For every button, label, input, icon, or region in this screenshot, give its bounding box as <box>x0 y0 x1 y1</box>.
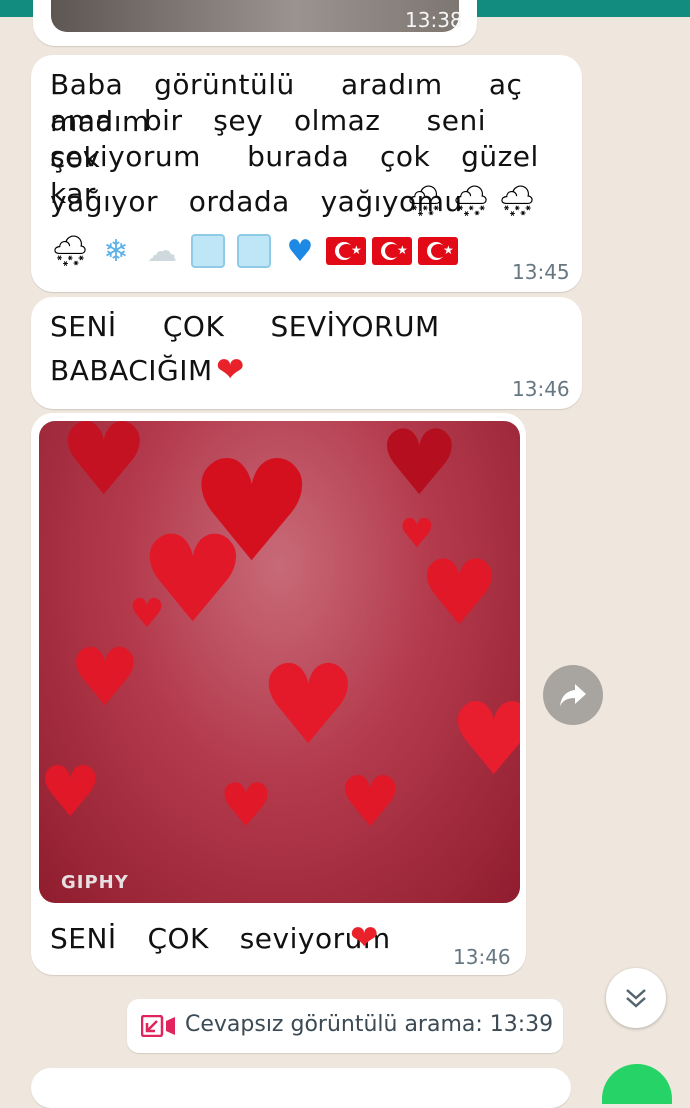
message-time: 13:46 <box>512 377 570 401</box>
gif-heart: ♥ <box>339 761 402 843</box>
gif-image[interactable]: ♥ ♥ ♥ ♥ ♥ ♥ ♥ ♥ ♥ ♥ ♥ ♥ ♥ GIPHY <box>39 421 520 903</box>
message-bubble-text[interactable]: Baba görüntülü aradım aç madım ama bir ş… <box>31 55 582 292</box>
scroll-to-bottom-button[interactable] <box>606 968 666 1028</box>
next-message-bubble[interactable] <box>31 1068 571 1108</box>
message-line: yağıyor ordada yağıyomu <box>50 185 463 218</box>
gif-heart: ♥ <box>129 591 165 637</box>
ice-cube-icon <box>188 233 228 269</box>
cloud-snow-icon: 🌨 <box>405 183 445 219</box>
gif-heart: ♥ <box>59 421 149 518</box>
gif-heart: ♥ <box>69 631 141 724</box>
missed-video-call-icon <box>141 1015 175 1037</box>
blue-heart-icon: ♥ <box>286 233 314 269</box>
turkey-flag-icon: ★ <box>418 233 458 269</box>
turkey-flag-icon: ★ <box>326 233 366 269</box>
message-bubble-video[interactable]: 13:38 <box>33 0 477 46</box>
message-time: 13:46 <box>453 945 511 969</box>
message-time: 13:45 <box>512 260 570 284</box>
gif-heart: ♥ <box>219 771 273 841</box>
message-bubble-text[interactable]: SENİ ÇOK SEVİYORUM BABACIĞIM ❤ 13:46 <box>31 297 582 409</box>
message-caption: SENİ ÇOK seviyorum <box>50 922 391 955</box>
message-line: SENİ ÇOK SEVİYORUM <box>50 310 440 343</box>
gif-heart: ♥ <box>39 751 102 833</box>
red-heart-icon: ❤ <box>216 350 245 390</box>
gif-heart: ♥ <box>399 511 435 557</box>
gif-heart: ♥ <box>449 681 520 798</box>
forward-button[interactable] <box>543 665 603 725</box>
fab-button[interactable] <box>602 1064 672 1104</box>
cloud-snow-icon: 🌨 <box>451 183 491 219</box>
gif-heart: ♥ <box>259 641 358 769</box>
snow-cloud-icon: 🌨 <box>50 233 90 269</box>
red-heart-icon: ❤ <box>350 918 379 958</box>
gif-heart: ♥ <box>379 421 460 516</box>
giphy-watermark: GIPHY <box>61 872 129 893</box>
missed-call-notice: Cevapsız görüntülü arama: 13:39 <box>127 999 563 1053</box>
ice-cube-icon <box>234 233 274 269</box>
missed-call-text: Cevapsız görüntülü arama: 13:39 <box>185 1012 554 1037</box>
message-time: 13:38 <box>405 8 463 32</box>
turkey-flag-icon: ★ <box>372 233 412 269</box>
video-thumbnail[interactable] <box>51 0 459 32</box>
double-chevron-down-icon <box>626 989 646 1008</box>
snowflake-icon: ❄ <box>103 233 129 269</box>
cloud-icon: ☁ <box>147 233 177 269</box>
snow-cloud-icon: 🌨 <box>497 183 537 219</box>
forward-arrow-icon <box>560 684 586 706</box>
message-line: BABACIĞIM <box>50 354 213 387</box>
